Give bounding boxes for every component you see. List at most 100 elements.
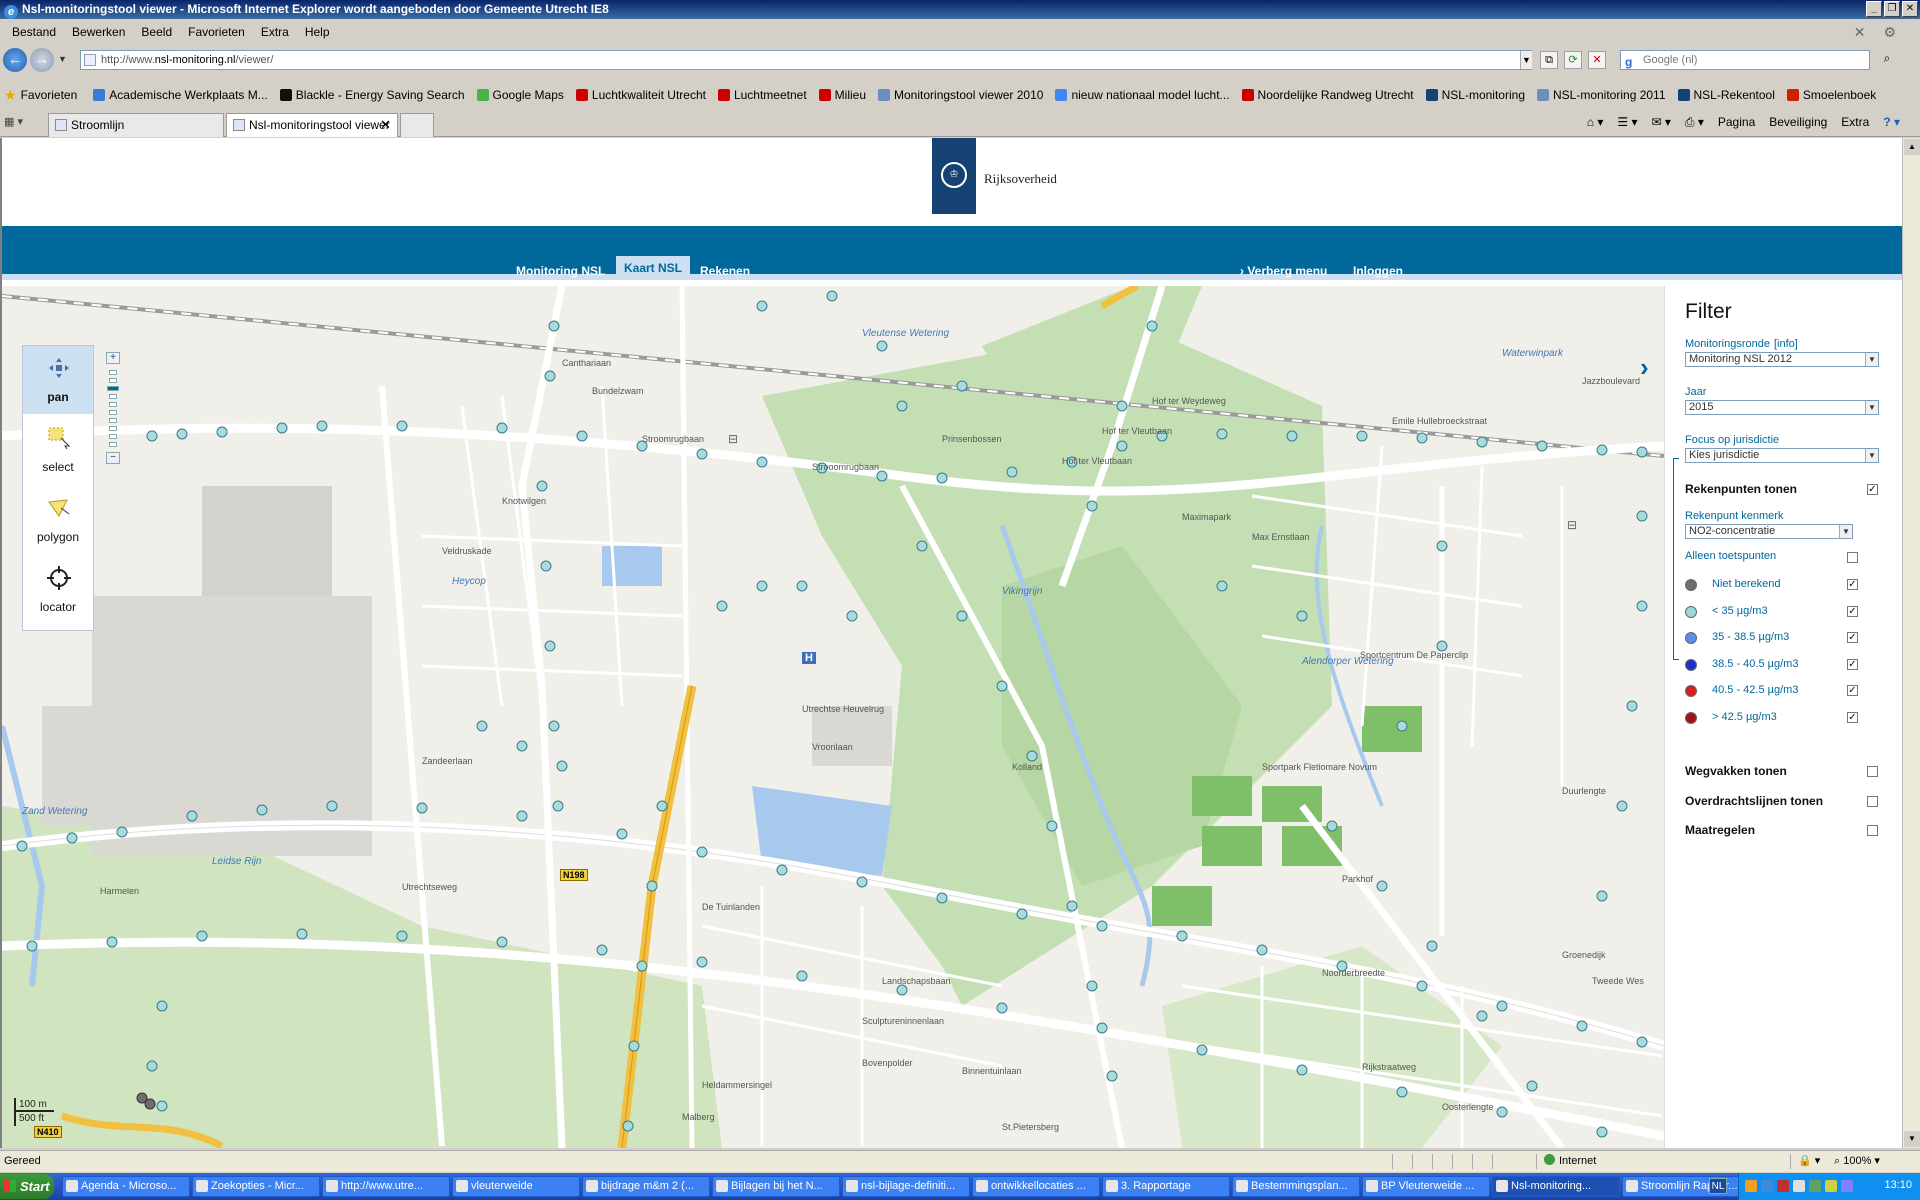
search-input[interactable]: g Google (nl) [1620,50,1870,70]
feeds-icon[interactable]: ☰ ▾ [1617,115,1637,130]
favorite-link[interactable]: Milieu [818,88,866,102]
kenmerk-select[interactable]: NO2-concentratie ▼ [1685,524,1853,539]
taskbar-button[interactable]: Nsl-monitoring... [1492,1176,1620,1197]
favorite-link[interactable]: Luchtmeetnet [717,88,807,102]
info-link[interactable]: [info] [1774,338,1798,350]
help-icon[interactable]: ? ▾ [1883,115,1900,130]
restore-button[interactable]: ❐ [1884,1,1900,17]
favorite-link[interactable]: NSL-Rekentool [1677,88,1775,102]
zoom-level[interactable] [109,410,117,415]
rekenpunten-checkbox[interactable]: ✓ [1867,484,1878,495]
tray-app-icon[interactable] [1841,1180,1853,1192]
favorite-link[interactable]: Academische Werkplaats M... [93,88,268,102]
favorite-link[interactable]: Monitoringstool viewer 2010 [878,88,1043,102]
menu-help[interactable]: Help [297,25,338,39]
jurisdictie-select[interactable]: Kies jurisdictie ▼ [1685,448,1879,463]
legend-checkbox[interactable]: ✓ [1847,711,1858,723]
translate-icon[interactable]: ⚙ [1883,24,1896,41]
scroll-up-icon[interactable]: ▲ [1904,139,1920,155]
taskbar-button[interactable]: ontwikkellocaties ... [972,1176,1100,1197]
menu-extra[interactable]: Extra [253,25,297,39]
rijksoverheid-logo[interactable]: ♔ [932,138,976,214]
nav-rekenen[interactable]: Rekenen [692,262,758,280]
tray-app-icon[interactable] [1825,1180,1837,1192]
favorite-link[interactable]: Blackle - Energy Saving Search [279,88,465,102]
tab-close-icon[interactable]: ✕ [380,114,391,136]
command-extra[interactable]: Extra [1841,115,1869,130]
new-tab-button[interactable] [400,113,434,137]
clock[interactable]: 13:10 [1884,1179,1912,1191]
zoom-slider-handle[interactable] [107,386,119,391]
favorite-link[interactable]: Smoelenboek [1786,88,1876,102]
address-input[interactable]: http://www.nsl-monitoring.nl/viewer/ [80,50,1532,70]
legend-checkbox[interactable]: ✓ [1847,579,1858,590]
toetspunten-checkbox[interactable] [1847,552,1858,563]
minimize-button[interactable]: _ [1866,1,1882,17]
favorite-link[interactable]: NSL-monitoring [1425,88,1525,102]
zoom-in-button[interactable]: + [106,352,120,364]
zoom-level[interactable] [109,442,117,447]
nav-kaart-nsl[interactable]: Kaart NSL [616,256,691,280]
favorites-button[interactable]: Favorieten [21,88,78,102]
tray-network-icon[interactable] [1809,1180,1821,1192]
taskbar-button[interactable]: Zoekopties - Micr... [192,1176,320,1197]
taskbar-button[interactable]: Bestemmingsplan... [1232,1176,1360,1197]
protected-mode-icon[interactable]: 🔒 ▾ [1798,1151,1820,1171]
menu-bewerken[interactable]: Bewerken [64,25,133,39]
address-dropdown-icon[interactable]: ▼ [1520,51,1532,69]
zoom-level-control[interactable]: ⌕ 100% ▾ [1834,1151,1880,1171]
taskbar-button[interactable]: Stroomlijn Rappor... [1622,1176,1750,1197]
stop-icon[interactable]: ✕ [1588,51,1606,69]
tray-volume-icon[interactable] [1793,1180,1805,1192]
refresh-icon[interactable]: ⟳ [1564,51,1582,69]
taskbar-button[interactable]: bijdrage m&m 2 (... [582,1176,710,1197]
mail-icon[interactable]: ✉ ▾ [1651,115,1670,130]
command-beveiliging[interactable]: Beveiliging [1769,115,1827,130]
favorite-link[interactable]: Google Maps [476,88,564,102]
quick-tabs-icon[interactable]: ▦ ▾ [4,115,24,133]
tray-app-icon[interactable] [1745,1180,1757,1192]
legend-checkbox[interactable]: ✓ [1847,632,1858,643]
zoom-level[interactable] [109,426,117,431]
zoom-level[interactable] [109,394,117,399]
zoom-level[interactable] [109,378,117,383]
taskbar-button[interactable]: vleuterweide [452,1176,580,1197]
monitoringsronde-select[interactable]: Monitoring NSL 2012 ▼ [1685,352,1879,367]
back-button[interactable]: ← [3,48,27,72]
tool-pan[interactable]: pan [23,346,93,414]
map-view[interactable]: Canthariaan Bundelzwam Stroomrugbaan Str… [2,286,1664,1148]
legend-checkbox[interactable]: ✓ [1847,658,1858,670]
favorite-link[interactable]: Luchtkwaliteit Utrecht [575,88,706,102]
collapse-panel-chevron-icon[interactable]: › [1640,352,1649,383]
favorite-link[interactable]: Noordelijke Randweg Utrecht [1241,88,1414,102]
tray-app-icon[interactable] [1761,1180,1773,1192]
start-button[interactable]: Start [0,1174,54,1199]
taskbar-button[interactable]: Bijlagen bij het N... [712,1176,840,1197]
taskbar-button[interactable]: BP Vleuterweide ... [1362,1176,1490,1197]
tab-stroomlijn[interactable]: Stroomlijn [48,113,224,137]
overdracht-checkbox[interactable] [1867,796,1878,807]
zoom-out-button[interactable]: − [106,452,120,464]
legend-checkbox[interactable]: ✓ [1847,605,1858,617]
favorite-link[interactable]: NSL-monitoring 2011 [1537,88,1666,102]
menu-beeld[interactable]: Beeld [133,25,180,39]
legend-checkbox[interactable]: ✓ [1847,685,1858,696]
maatregelen-checkbox[interactable] [1867,825,1878,836]
nav-hide-menu[interactable]: › Verberg menu [1232,262,1335,280]
taskbar-button[interactable]: Agenda - Microso... [62,1176,190,1197]
nav-monitoring-nsl[interactable]: Monitoring NSL [508,262,613,280]
language-indicator[interactable]: NL [1709,1178,1727,1194]
taskbar-button[interactable]: nsl-bijlage-definiti... [842,1176,970,1197]
close-window-button[interactable]: ✕ [1902,1,1918,17]
zoom-level[interactable] [109,402,117,407]
favorite-link[interactable]: nieuw nationaal model lucht... [1055,88,1230,102]
home-icon[interactable]: ⌂ ▾ [1587,115,1604,130]
zoom-level[interactable] [109,370,117,375]
zoom-level[interactable] [109,418,117,423]
command-pagina[interactable]: Pagina [1718,115,1755,130]
menu-bestand[interactable]: Bestand [4,25,64,39]
tool-locator[interactable]: locator [23,556,93,624]
forward-button[interactable]: → [30,48,54,72]
favorites-star-icon[interactable]: ★ [4,87,17,104]
history-dropdown-icon[interactable]: ▼ [58,54,67,64]
